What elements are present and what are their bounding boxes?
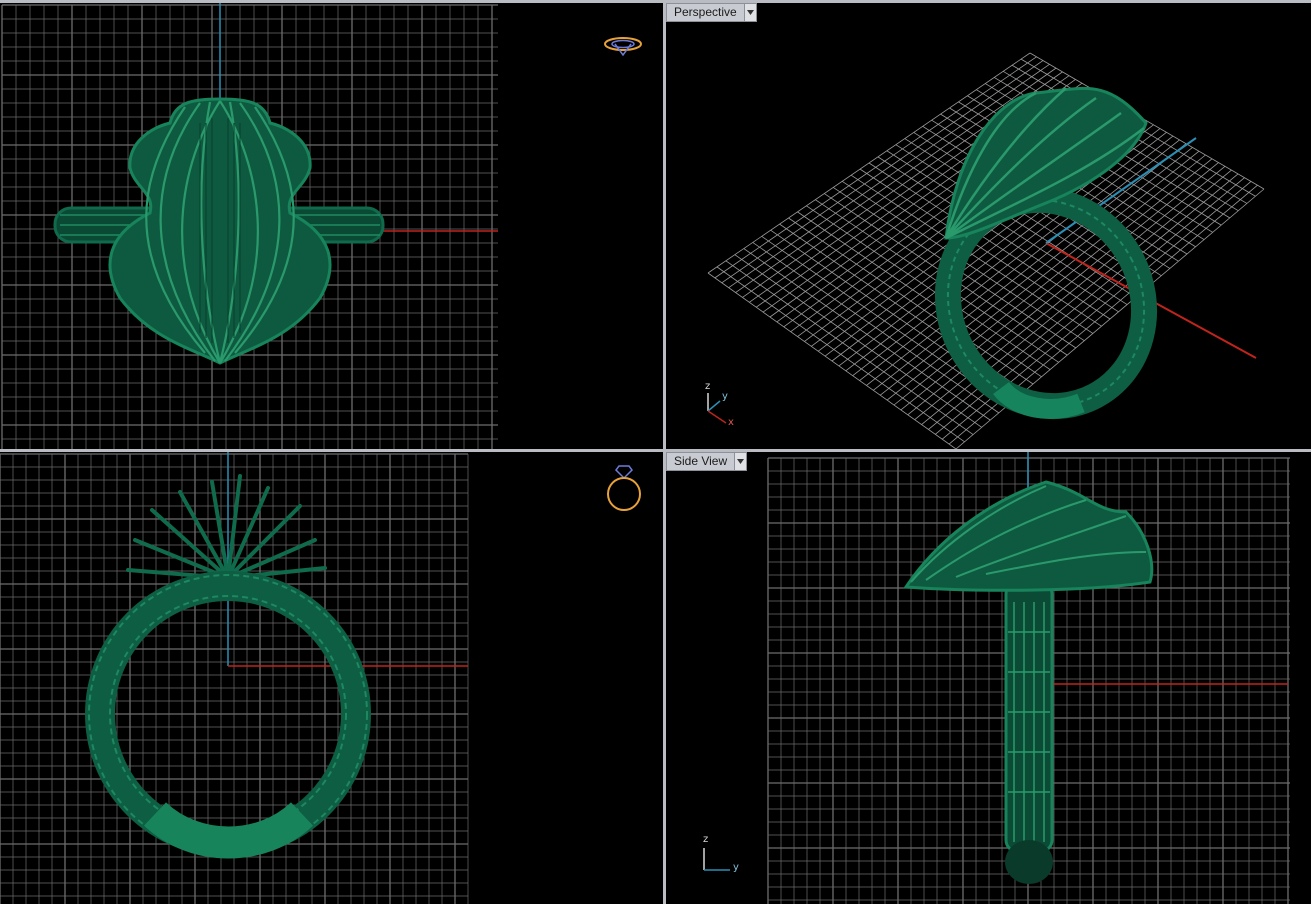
viewport-label-text: Side View <box>674 454 728 468</box>
viewport-label-text: Perspective <box>674 5 737 19</box>
side-view-scene <box>0 452 469 904</box>
viewport-side[interactable] <box>0 452 663 904</box>
ring-head-front <box>108 97 332 365</box>
axis-y-label: y <box>722 391 728 402</box>
perspective-scene <box>707 52 1265 449</box>
ring-top-icon[interactable] <box>602 33 644 64</box>
side-view-right-scene <box>767 452 1290 904</box>
viewport-side-view[interactable]: Side View z y <box>666 452 1311 904</box>
viewport-perspective[interactable]: Perspective z y x <box>666 3 1311 449</box>
chevron-down-icon[interactable] <box>734 453 747 470</box>
ring-side-icon[interactable] <box>604 462 644 521</box>
viewport-front[interactable] <box>0 3 663 449</box>
front-view-scene <box>1 3 498 449</box>
axis-z-label: z <box>703 834 709 845</box>
viewport-label-perspective[interactable]: Perspective <box>666 3 757 22</box>
ring-side-profile <box>903 480 1154 884</box>
axis-triad: z y <box>700 832 750 882</box>
chevron-down-icon[interactable] <box>743 4 756 21</box>
ring-prongs <box>126 474 327 580</box>
axis-y-label: y <box>733 862 739 873</box>
axis-x-label: x <box>728 417 734 428</box>
axis-z-label: z <box>705 381 711 392</box>
viewport-label-side-view[interactable]: Side View <box>666 452 748 471</box>
axis-triad: z y x <box>700 381 750 431</box>
